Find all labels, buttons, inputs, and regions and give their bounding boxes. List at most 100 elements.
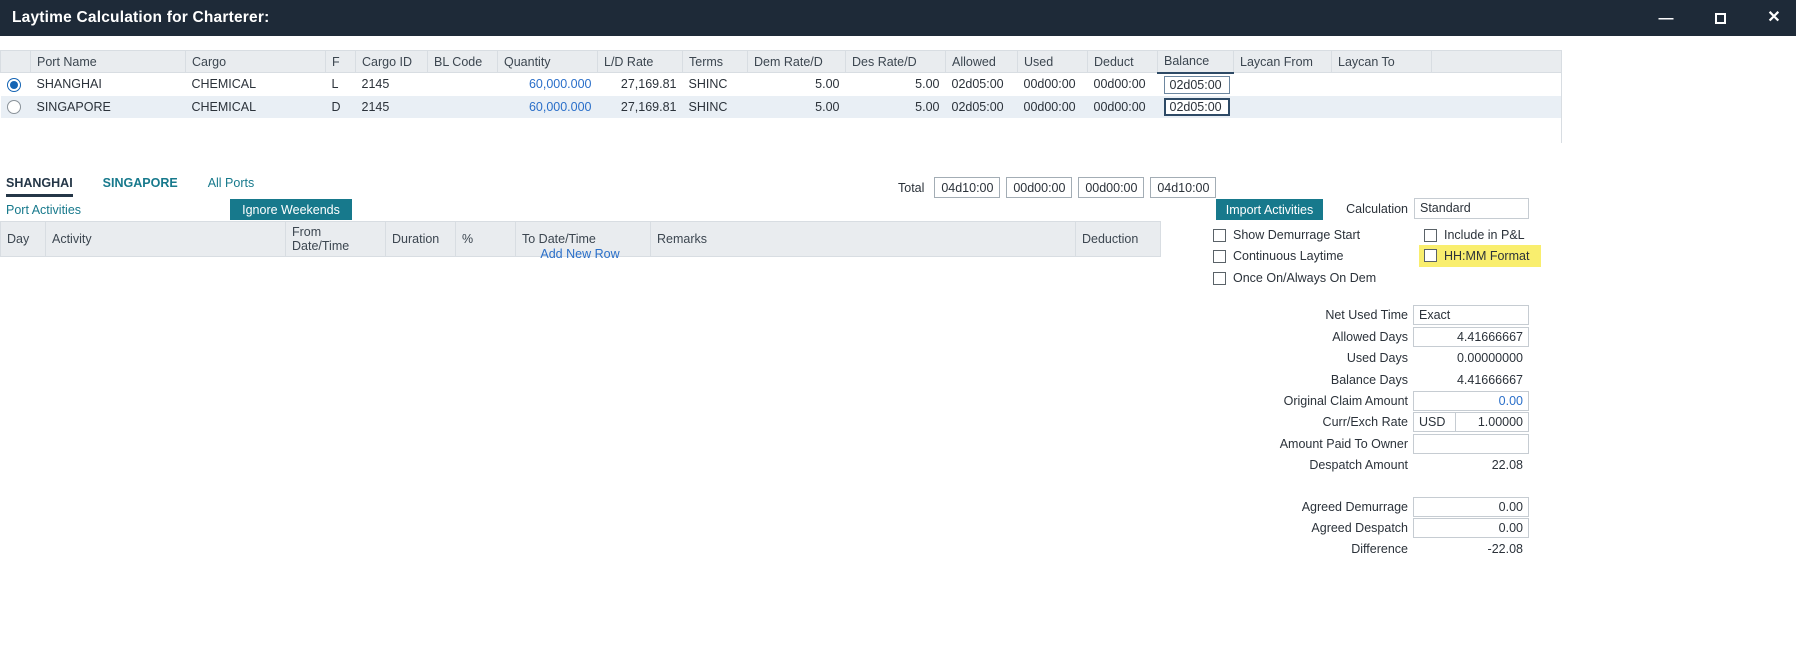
column-header-laycan-from[interactable]: Laycan From — [1234, 51, 1332, 73]
import-activities-button[interactable]: Import Activities — [1216, 199, 1323, 220]
checkbox-hhmm-format[interactable]: HH:MM Format — [1419, 245, 1541, 267]
checkbox-once-on-always-on-dem[interactable]: Once On/Always On Dem — [1213, 269, 1376, 287]
original-claim-amount-label: Original Claim Amount — [1150, 391, 1408, 411]
exchange-rate-field[interactable]: 1.00000 — [1455, 412, 1529, 432]
cell-cargo[interactable]: CHEMICAL — [186, 96, 326, 118]
cell-laycan-from[interactable] — [1234, 73, 1332, 96]
column-header-bl-code[interactable]: BL Code — [428, 51, 498, 73]
port-tabs: SHANGHAI SINGAPORE All Ports — [6, 176, 254, 197]
tab-shanghai[interactable]: SHANGHAI — [6, 176, 73, 197]
column-header-des-rate[interactable]: Des Rate/D — [846, 51, 946, 73]
cell-used[interactable]: 00d00:00 — [1018, 73, 1088, 96]
used-days-value: 0.00000000 — [1413, 348, 1529, 368]
cell-balance[interactable]: 02d05:00 — [1158, 73, 1234, 96]
difference-value: -22.08 — [1413, 539, 1529, 559]
cell-filler — [1432, 96, 1562, 118]
radio-selected-icon[interactable] — [7, 78, 21, 92]
table-row[interactable]: SINGAPORE CHEMICAL D 2145 60,000.000 27,… — [1, 96, 1562, 118]
cell-allowed[interactable]: 02d05:00 — [946, 73, 1018, 96]
checkbox-label: HH:MM Format — [1444, 249, 1529, 263]
allowed-days-field[interactable]: 4.41666667 — [1413, 327, 1529, 347]
calculation-select[interactable]: Standard — [1414, 198, 1529, 219]
cell-deduct[interactable]: 00d00:00 — [1088, 96, 1158, 118]
column-header-cargo[interactable]: Cargo — [186, 51, 326, 73]
maximize-glyph — [1715, 13, 1726, 24]
original-claim-amount-field[interactable]: 0.00 — [1413, 391, 1529, 411]
cell-filler — [1432, 73, 1562, 96]
cell-dem-rate[interactable]: 5.00 — [748, 96, 846, 118]
despatch-amount-label: Despatch Amount — [1150, 455, 1408, 475]
cell-dem-rate[interactable]: 5.00 — [748, 73, 846, 96]
checkbox-label: Include in P&L — [1444, 228, 1525, 242]
cell-balance[interactable]: 02d05:00 — [1158, 96, 1234, 118]
column-header-balance[interactable]: Balance — [1158, 51, 1234, 73]
column-header-ld-rate[interactable]: L/D Rate — [598, 51, 683, 73]
checkbox-icon[interactable] — [1213, 229, 1226, 242]
column-header-quantity[interactable]: Quantity — [498, 51, 598, 73]
cell-f[interactable]: L — [326, 73, 356, 96]
cell-terms[interactable]: SHINC — [683, 73, 748, 96]
radio-unselected-icon[interactable] — [7, 100, 21, 114]
amount-paid-to-owner-field[interactable] — [1413, 434, 1529, 454]
net-used-time-select[interactable]: Exact — [1413, 305, 1529, 325]
checkbox-include-in-pl[interactable]: Include in P&L — [1424, 226, 1525, 244]
column-header-port-name[interactable]: Port Name — [31, 51, 186, 73]
net-used-time-label: Net Used Time — [1150, 305, 1408, 325]
cell-laycan-to[interactable] — [1332, 73, 1432, 96]
agreed-demurrage-field[interactable]: 0.00 — [1413, 497, 1529, 517]
cell-cargo[interactable]: CHEMICAL — [186, 73, 326, 96]
tab-singapore[interactable]: SINGAPORE — [103, 176, 178, 197]
cell-select[interactable] — [1, 73, 31, 96]
totals-row: Total 04d10:00 00d00:00 00d00:00 04d10:0… — [898, 177, 1216, 198]
cell-deduct[interactable]: 00d00:00 — [1088, 73, 1158, 96]
checkbox-icon[interactable] — [1213, 250, 1226, 263]
maximize-icon[interactable] — [1712, 10, 1728, 26]
cell-port-name[interactable]: SINGAPORE — [31, 96, 186, 118]
checkbox-icon[interactable] — [1213, 272, 1226, 285]
cell-des-rate[interactable]: 5.00 — [846, 73, 946, 96]
agreed-despatch-field[interactable]: 0.00 — [1413, 518, 1529, 538]
column-header-used[interactable]: Used — [1018, 51, 1088, 73]
checkbox-show-demurrage-start[interactable]: Show Demurrage Start — [1213, 226, 1360, 244]
column-header-deduct[interactable]: Deduct — [1088, 51, 1158, 73]
cell-f[interactable]: D — [326, 96, 356, 118]
column-header-f[interactable]: F — [326, 51, 356, 73]
cell-used[interactable]: 00d00:00 — [1018, 96, 1088, 118]
column-header-terms[interactable]: Terms — [683, 51, 748, 73]
currency-field[interactable]: USD — [1413, 412, 1456, 432]
close-icon[interactable]: ✕ — [1766, 10, 1782, 26]
cell-laycan-from[interactable] — [1234, 96, 1332, 118]
checkbox-label: Once On/Always On Dem — [1233, 271, 1376, 285]
cell-terms[interactable]: SHINC — [683, 96, 748, 118]
column-header-cargo-id[interactable]: Cargo ID — [356, 51, 428, 73]
checkbox-icon[interactable] — [1424, 249, 1437, 262]
column-header-allowed[interactable]: Allowed — [946, 51, 1018, 73]
cell-bl-code[interactable] — [428, 73, 498, 96]
balance-value[interactable]: 02d05:00 — [1164, 76, 1230, 94]
table-row[interactable]: SHANGHAI CHEMICAL L 2145 60,000.000 27,1… — [1, 73, 1562, 96]
cell-cargo-id[interactable]: 2145 — [356, 96, 428, 118]
cell-bl-code[interactable] — [428, 96, 498, 118]
cell-ld-rate[interactable]: 27,169.81 — [598, 73, 683, 96]
cell-quantity[interactable]: 60,000.000 — [498, 73, 598, 96]
checkbox-icon[interactable] — [1424, 229, 1437, 242]
checkbox-continuous-laytime[interactable]: Continuous Laytime — [1213, 247, 1343, 265]
cell-cargo-id[interactable]: 2145 — [356, 73, 428, 96]
minimize-icon[interactable]: — — [1658, 10, 1674, 26]
add-new-row-link[interactable]: Add New Row — [0, 247, 1160, 261]
cell-laycan-to[interactable] — [1332, 96, 1432, 118]
total-balance: 04d10:00 — [1150, 177, 1216, 198]
balance-value-focused[interactable]: 02d05:00 — [1164, 98, 1230, 116]
column-header-dem-rate[interactable]: Dem Rate/D — [748, 51, 846, 73]
ignore-weekends-button[interactable]: Ignore Weekends — [230, 199, 352, 220]
cell-quantity[interactable]: 60,000.000 — [498, 96, 598, 118]
cell-allowed[interactable]: 02d05:00 — [946, 96, 1018, 118]
cell-port-name[interactable]: SHANGHAI — [31, 73, 186, 96]
cell-select[interactable] — [1, 96, 31, 118]
cell-ld-rate[interactable]: 27,169.81 — [598, 96, 683, 118]
total-deduct: 00d00:00 — [1078, 177, 1144, 198]
column-header-laycan-to[interactable]: Laycan To — [1332, 51, 1432, 73]
tab-all-ports[interactable]: All Ports — [208, 176, 255, 197]
cell-des-rate[interactable]: 5.00 — [846, 96, 946, 118]
difference-label: Difference — [1150, 539, 1408, 559]
